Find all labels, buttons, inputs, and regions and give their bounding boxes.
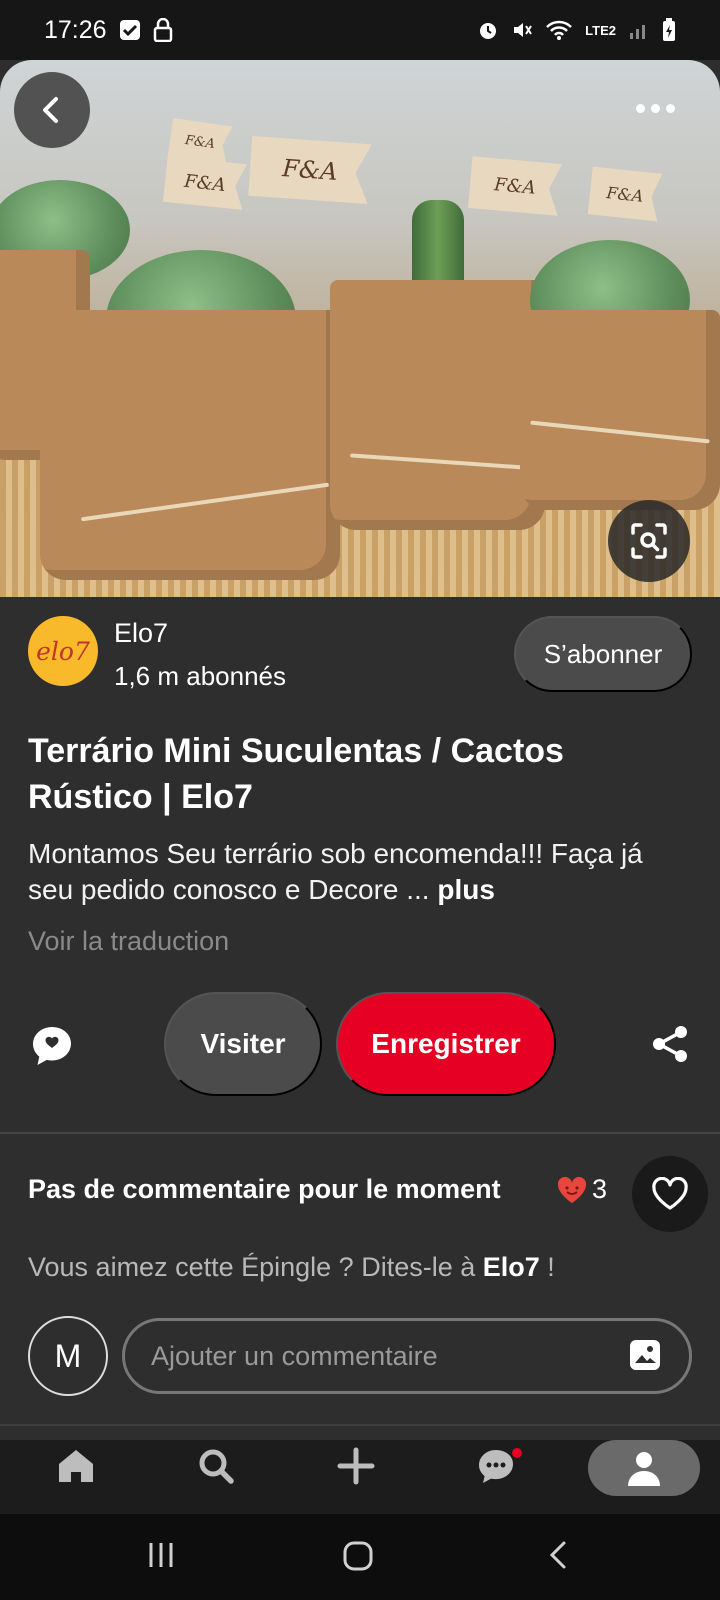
battery-icon [662,18,676,42]
bottom-navigation [0,1440,720,1514]
checkbox-icon [119,19,141,41]
more-options-icon[interactable] [636,104,675,113]
search-icon [199,1449,234,1484]
comments-header: Pas de commentaire pour le moment 3 [28,1156,708,1232]
chevron-left-icon [43,97,58,123]
add-comment-row: M [28,1316,692,1396]
back-button[interactable] [14,72,90,148]
nav-profile[interactable] [588,1440,700,1496]
description-text: Montamos Seu terrário sob encomenda!!! F… [28,838,643,905]
share-icon[interactable] [650,1024,690,1069]
system-navigation-bar [0,1514,720,1600]
react-button[interactable] [632,1156,708,1232]
notification-dot [512,1448,522,1458]
flag-text: F&A [493,173,537,199]
reaction-summary[interactable]: 3 [556,1174,607,1205]
home-button[interactable] [342,1540,374,1572]
pin-description: Montamos Seu terrário sob encomenda!!! F… [28,836,692,908]
kraft-pot [520,310,720,510]
home-square-icon [343,1541,373,1571]
like-prompt-suffix: ! [539,1252,555,1282]
translate-link[interactable]: Voir la traduction [28,926,229,957]
flag-text: F&A [183,170,227,196]
lens-search-icon [631,523,667,559]
creator-avatar[interactable]: elo7 [28,616,98,686]
plus-icon [337,1447,375,1485]
pin-detail: F&A F&A F&A F&A F&A elo7 Elo7 1,6 m abon… [0,60,720,1440]
recent-apps-icon [149,1543,173,1567]
visual-search-button[interactable] [608,500,690,582]
pin-title: Terrário Mini Suculentas / Cactos Rústic… [28,732,564,816]
messages-icon [479,1450,513,1483]
creator-row: elo7 Elo7 1,6 m abonnés S’abonner [28,616,692,706]
kraft-pot [330,280,545,530]
content-divider [0,1424,720,1426]
like-prompt-creator[interactable]: Elo7 [483,1252,540,1282]
comment-icon[interactable] [30,1024,74,1073]
nav-create[interactable] [336,1446,376,1486]
flag: F&A [468,156,562,216]
user-avatar[interactable]: M [28,1316,108,1396]
kraft-pot [40,310,340,580]
flag: F&A [588,166,663,221]
reaction-count: 3 [592,1174,608,1204]
flag: F&A [248,136,372,204]
pin-image[interactable]: F&A F&A F&A F&A F&A [0,60,720,597]
nav-home[interactable] [56,1446,96,1486]
signal-icon [628,19,650,41]
follower-count: 1,6 m abonnés [114,661,287,691]
more-link[interactable]: plus [437,874,495,905]
flag-text: F&A [184,132,216,152]
comments-title: Pas de commentaire pour le moment [28,1174,501,1204]
heart-face-icon [557,1176,587,1203]
visit-button[interactable]: Visiter [164,992,322,1096]
nav-search[interactable] [196,1446,236,1486]
heart-icon [652,1177,688,1210]
flag-text: F&A [281,154,339,186]
like-prompt: Vous aimez cette Épingle ? Dites-le à El… [28,1252,555,1283]
like-prompt-prefix: Vous aimez cette Épingle ? Dites-le à [28,1252,483,1282]
flag-text: F&A [605,182,645,206]
chevron-left-icon [549,1541,566,1569]
save-button[interactable]: Enregistrer [336,992,556,1096]
back-nav-button[interactable] [544,1540,574,1570]
comment-input[interactable] [122,1318,692,1394]
wifi-icon [545,19,573,41]
image-attach-icon[interactable] [628,1338,662,1377]
flag: F&A [163,156,247,210]
status-time: 17:26 [44,15,107,44]
status-bar: 17:26 LTE2 [0,0,720,60]
home-icon [59,1450,93,1482]
section-divider [0,1132,720,1134]
network-label: LTE2 [585,22,616,38]
lock-icon [153,18,173,42]
mute-icon [511,19,533,41]
alarm-icon [477,19,499,41]
recent-apps-button[interactable] [146,1540,176,1570]
creator-name[interactable]: Elo7 [114,618,168,649]
nav-messages[interactable] [476,1446,522,1486]
action-bar: Visiter Enregistrer [0,990,720,1100]
follow-button[interactable]: S’abonner [514,616,692,692]
profile-icon [628,1452,660,1486]
